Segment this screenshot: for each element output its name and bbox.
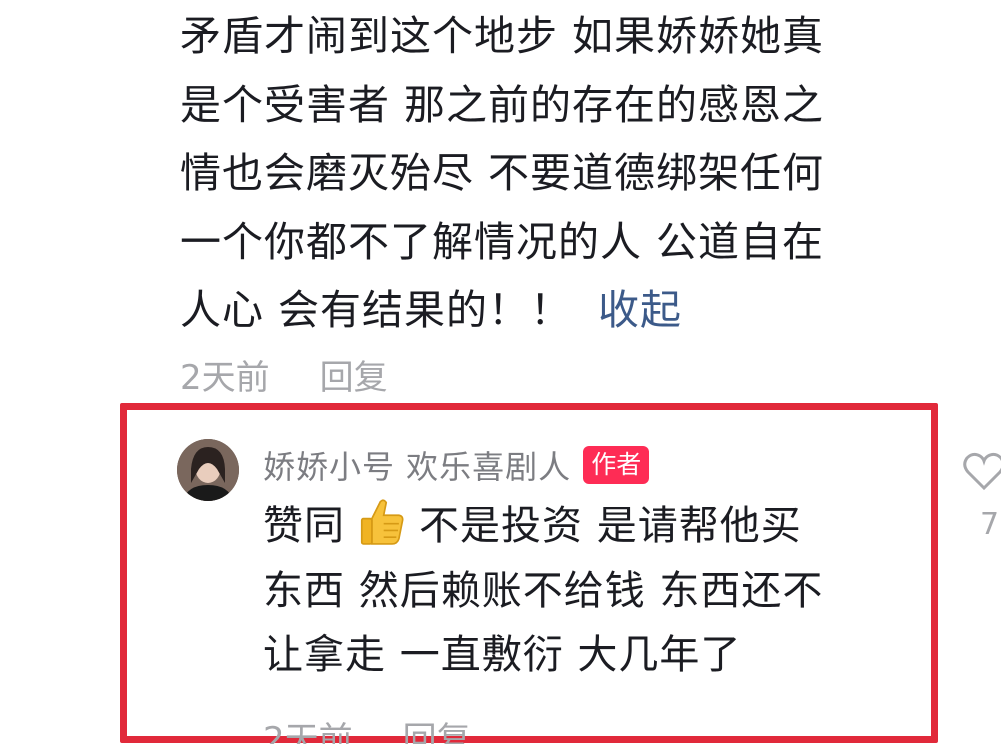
comment-line: 一个你都不了解情况的人 公道自在 bbox=[180, 217, 825, 266]
comment-line: 人心 会有结果的！！ bbox=[180, 286, 573, 335]
reply-text-segment: 不是投资 是请帮他买 bbox=[419, 503, 802, 549]
parent-comment-meta: 2天前 回复 bbox=[180, 350, 388, 399]
author-name[interactable]: 娇娇小号 欢乐喜剧人 bbox=[263, 442, 571, 488]
avatar[interactable] bbox=[177, 439, 239, 501]
reply-comment-text: 赞同 不是投资 是请帮他买 东西 然后赖账不给钱 东西还不 让拿走 一直敷衍 大… bbox=[263, 494, 903, 688]
reply-text-segment: 赞同 bbox=[263, 503, 345, 549]
avatar-image bbox=[177, 439, 239, 501]
thumbs-up-icon bbox=[360, 499, 404, 545]
reply-line: 赞同 不是投资 是请帮他买 bbox=[263, 494, 903, 559]
comment-line: 是个受害者 那之前的存在的感恩之 bbox=[180, 80, 825, 129]
comment-timestamp: 2天前 bbox=[180, 358, 270, 398]
parent-comment: 矛盾才闹到这个地步 如果娇娇她真 是个受害者 那之前的存在的感恩之 情也会磨灭殆… bbox=[180, 2, 900, 345]
reply-line: 东西 然后赖账不给钱 东西还不 bbox=[263, 567, 824, 614]
like-count: 7 bbox=[980, 507, 1000, 542]
heart-icon[interactable] bbox=[962, 451, 1001, 491]
reply-line: 让拿走 一直敷衍 大几年了 bbox=[263, 632, 742, 678]
reply-reply-button[interactable]: 回复 bbox=[403, 712, 471, 744]
reply-comment-meta: 2天前 回复 bbox=[263, 712, 471, 744]
reply-timestamp: 2天前 bbox=[263, 720, 353, 744]
reply-button[interactable]: 回复 bbox=[320, 350, 388, 399]
collapse-link[interactable]: 收起 bbox=[598, 286, 682, 334]
author-row: 娇娇小号 欢乐喜剧人 作者 bbox=[263, 442, 650, 488]
comment-line: 情也会磨灭殆尽 不要道德绑架任何 bbox=[180, 149, 825, 198]
author-badge: 作者 bbox=[583, 446, 650, 484]
comment-line: 矛盾才闹到这个地步 如果娇娇她真 bbox=[180, 12, 825, 60]
parent-comment-text: 矛盾才闹到这个地步 如果娇娇她真 是个受害者 那之前的存在的感恩之 情也会磨灭殆… bbox=[180, 2, 900, 345]
comment-line-last: 人心 会有结果的！！ 收起 bbox=[180, 276, 900, 345]
